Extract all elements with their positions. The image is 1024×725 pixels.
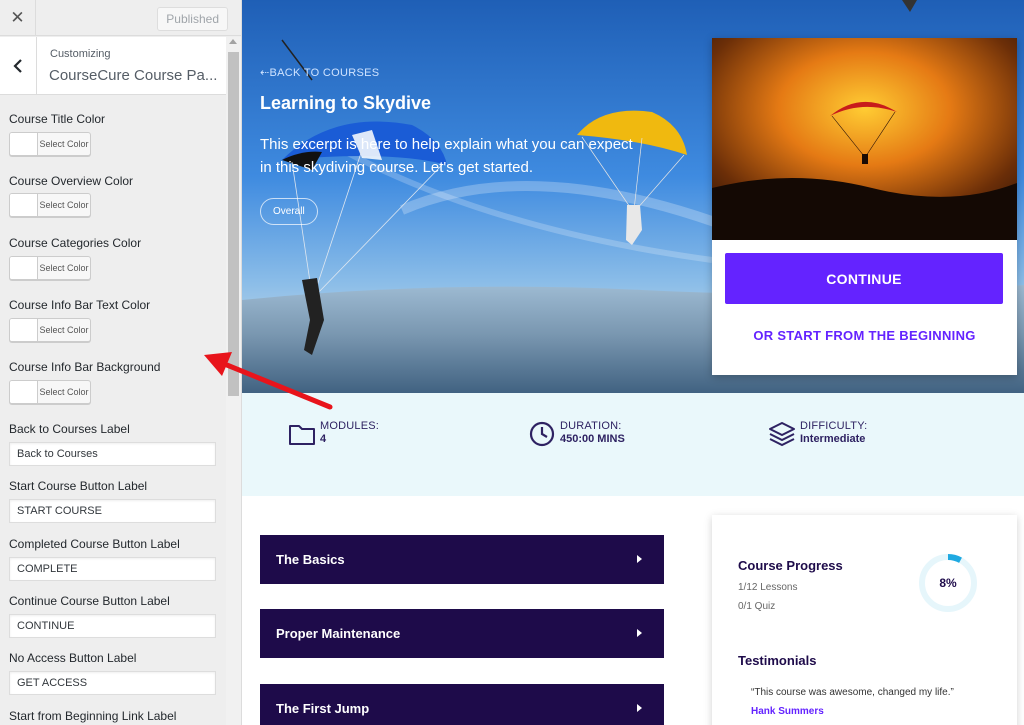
control-label: No Access Button Label xyxy=(9,651,137,665)
color-swatch xyxy=(10,381,38,403)
select-color-label: Select Color xyxy=(39,263,89,273)
difficulty-label: DIFFICULTY: xyxy=(800,420,868,432)
course-progress-card: Course Progress 1/12 Lessons 0/1 Quiz 8%… xyxy=(712,515,1017,725)
control-label: Completed Course Button Label xyxy=(9,537,180,551)
layers-icon xyxy=(769,422,795,447)
customizer-top-bar: ✕ Published xyxy=(0,0,241,36)
caret-right-icon xyxy=(637,629,642,637)
course-categories-color-button[interactable]: Select Color xyxy=(9,256,91,280)
color-swatch xyxy=(10,319,38,341)
control-label: Course Categories Color xyxy=(9,236,142,250)
control-label: Start Course Button Label xyxy=(9,479,148,493)
section-title: CourseCure Course Pa... xyxy=(49,67,218,84)
module-accordion[interactable]: The Basics xyxy=(260,535,664,584)
modules-label: MODULES: xyxy=(320,420,380,432)
site-preview: ⇠BACK TO COURSES Learning to Skydive Thi… xyxy=(242,0,1024,725)
caret-right-icon xyxy=(637,704,642,712)
duration-value: 450:00 MINS xyxy=(560,433,625,445)
select-color-label: Select Color xyxy=(39,200,89,210)
control-label: Course Overview Color xyxy=(9,174,134,188)
start-course-label-input[interactable]: START COURSE xyxy=(9,499,216,523)
close-icon[interactable]: ✕ xyxy=(0,0,36,36)
category-pill[interactable]: Overall xyxy=(260,198,318,225)
sidebar-scrollbar-thumb[interactable] xyxy=(228,52,239,396)
quiz-count: 0/1 Quiz xyxy=(738,601,776,612)
course-excerpt: This excerpt is here to help explain wha… xyxy=(260,136,633,176)
progress-percent: 8% xyxy=(939,576,957,590)
clock-icon xyxy=(529,421,555,447)
caret-right-icon xyxy=(637,555,642,563)
control-label: Start from Beginning Link Label xyxy=(9,709,177,723)
module-accordion[interactable]: The First Jump xyxy=(260,684,664,725)
published-button[interactable]: Published xyxy=(157,7,228,31)
back-button[interactable] xyxy=(0,37,37,95)
info-bar-text-color-button[interactable]: Select Color xyxy=(9,318,91,342)
course-title: Learning to Skydive xyxy=(260,93,432,113)
color-swatch xyxy=(10,194,38,216)
back-to-courses-link[interactable]: ⇠BACK TO COURSES xyxy=(260,66,379,79)
course-title-color-button[interactable]: Select Color xyxy=(9,132,91,156)
testimonial-author[interactable]: Hank Summers xyxy=(751,706,824,717)
module-title: The First Jump xyxy=(276,701,370,716)
select-color-label: Select Color xyxy=(39,387,89,397)
continue-button[interactable]: CONTINUE xyxy=(725,253,1003,304)
start-from-beginning-link[interactable]: OR START FROM THE BEGINNING xyxy=(712,328,1017,343)
testimonial-quote: “This course was awesome, changed my lif… xyxy=(751,687,954,698)
scroll-up-icon[interactable] xyxy=(229,39,237,44)
duration-info: DURATION: 450:00 MINS xyxy=(528,420,625,448)
no-access-label-input[interactable]: GET ACCESS xyxy=(9,671,216,695)
select-color-label: Select Color xyxy=(39,139,89,149)
back-to-courses-label-input[interactable]: Back to Courses xyxy=(9,442,216,466)
control-label: Course Info Bar Background xyxy=(9,360,161,374)
course-info-bar: MODULES: 4 DURATION: 450:00 MINS DIFFICULT… xyxy=(242,393,1024,496)
customizer-sidebar: ✕ Published Customizing CourseCure Cours… xyxy=(0,0,242,725)
duration-label: DURATION: xyxy=(560,420,622,432)
chevron-left-icon xyxy=(13,59,22,73)
select-color-label: Select Color xyxy=(39,325,89,335)
module-accordion[interactable]: Proper Maintenance xyxy=(260,609,664,658)
section-header: Customizing CourseCure Course Pa... xyxy=(0,37,226,95)
progress-title: Course Progress xyxy=(738,558,843,573)
control-label: Back to Courses Label xyxy=(9,422,130,436)
info-bar-background-color-button[interactable]: Select Color xyxy=(9,380,91,404)
back-link-text: BACK TO COURSES xyxy=(269,67,380,79)
testimonials-title: Testimonials xyxy=(738,653,817,668)
control-label: Continue Course Button Label xyxy=(9,594,170,608)
lessons-count: 1/12 Lessons xyxy=(738,582,798,593)
control-label: Course Info Bar Text Color xyxy=(9,298,151,312)
difficulty-info: DIFFICULTY: Intermediate xyxy=(768,420,867,448)
course-overview-color-button[interactable]: Select Color xyxy=(9,193,91,217)
folder-icon xyxy=(289,425,315,445)
section-subtitle: Customizing xyxy=(50,48,111,60)
paraglider-sunset-image xyxy=(712,38,1017,240)
modules-value: 4 xyxy=(320,433,327,445)
control-label: Course Title Color xyxy=(9,112,106,126)
modules-info: MODULES: 4 xyxy=(288,420,379,448)
module-title: The Basics xyxy=(276,552,345,567)
continue-course-label-input[interactable]: CONTINUE xyxy=(9,614,216,638)
arrow-left-icon: ⇠ xyxy=(260,67,270,79)
course-action-card: CONTINUE OR START FROM THE BEGINNING xyxy=(712,38,1017,375)
color-swatch xyxy=(10,257,38,279)
difficulty-value: Intermediate xyxy=(800,433,866,445)
color-swatch xyxy=(10,133,38,155)
course-hero: ⇠BACK TO COURSES Learning to Skydive Thi… xyxy=(242,0,1024,393)
module-title: Proper Maintenance xyxy=(276,626,401,641)
completed-course-label-input[interactable]: COMPLETE xyxy=(9,557,216,581)
